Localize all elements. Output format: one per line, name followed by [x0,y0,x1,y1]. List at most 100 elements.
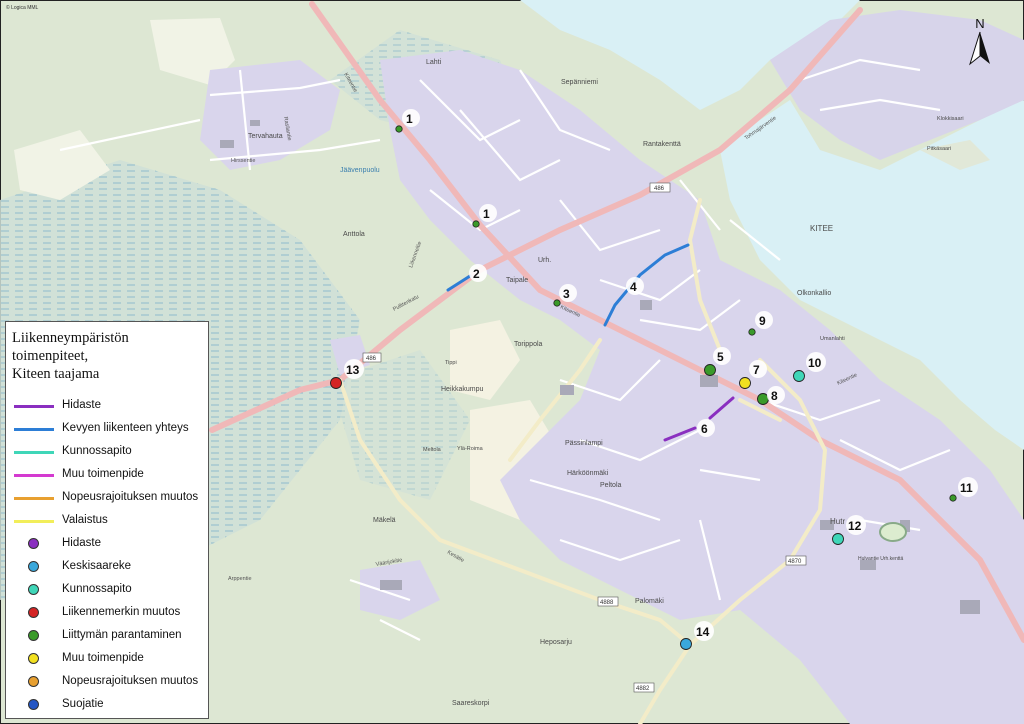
label-meltola: Meltola [423,447,442,453]
label-torippola: Torippola [514,341,543,348]
marker-number: 5 [717,350,724,364]
marker-number: 9 [759,314,766,328]
label-peltola: Peltola [600,482,622,489]
marker-dot[interactable] [739,377,751,389]
label-palomaki: Palomäki [635,598,664,605]
road-label-herrastentie: Hirssentie [231,158,255,164]
legend-item-point-liikennemerkin-muutos: Liikennemerkin muutos [6,605,208,621]
legend-dot-swatch [28,607,39,618]
marker-number: 10 [808,356,822,370]
label-jarvenpaa: Jäävenpuolu [340,167,380,174]
legend-dot-swatch [28,653,39,664]
marker-number: 4 [630,280,637,294]
svg-text:4882: 4882 [636,686,650,692]
label-tippi: Tippi [445,360,457,366]
marker-dot[interactable] [472,220,480,228]
legend-dot-swatch [28,584,39,595]
marker-dot[interactable] [330,377,342,389]
marker-4[interactable]: 4 [626,277,644,295]
label-klokkisaari: Klokkisaari [937,116,964,122]
legend-label: Hidaste [62,537,101,549]
label-passinlampi: Pässinlampi [565,440,603,447]
legend-dot-swatch [28,538,39,549]
marker-dot[interactable] [704,364,716,376]
marker-dot[interactable] [757,393,769,405]
marker-dot[interactable] [748,328,756,336]
north-arrow-icon: N [969,16,990,66]
label-anttola: Anttola [343,231,365,238]
marker-dot[interactable] [832,533,844,545]
marker-dot[interactable] [680,638,692,650]
label-heposarju: Heposarju [540,639,572,646]
legend-title-line: toimenpiteet, [12,348,89,364]
marker-number: 1 [483,207,490,221]
legend-title-line: Liikenneympäristön [12,330,129,346]
legend-item-line-valaistus: Valaistus [6,513,208,529]
legend-item-point-suojatie: Suojatie [6,697,208,713]
label-heikkakumpu: Heikkakumpu [441,386,484,393]
legend-item-line-muu-toimenpide: Muu toimenpide [6,467,208,483]
legend-label: Nopeusrajoituksen muutos [62,675,199,687]
label-urh: Urh. [538,257,551,264]
road-number-486-b: 486 [362,352,382,363]
label-ylaroima: Ylä-Roima [457,446,484,452]
legend-line-swatch [14,451,54,454]
legend-label: Liittymän parantaminen [62,629,182,641]
marker-number: 12 [848,519,862,533]
label-makela: Mäkelä [373,517,396,524]
legend-item-point-liittyman-parantaminen: Liittymän parantaminen [6,628,208,644]
legend-dot-swatch [28,676,39,687]
legend-label: Kunnossapito [62,583,132,595]
legend-label: Muu toimenpide [62,652,144,664]
north-label: N [975,16,984,31]
road-number-4882: 4882 [633,682,655,693]
marker-number: 2 [473,267,480,281]
label-pitkasaari: Pitkäsaari [927,146,951,152]
marker-dot[interactable] [949,494,957,502]
legend-item-point-kunnossapito: Kunnossapito [6,582,208,598]
legend-line-swatch [14,474,54,477]
marker-dot[interactable] [395,125,403,133]
map-legend: Liikenneympäristön toimenpiteet, Kiteen … [5,321,209,719]
marker-dot[interactable] [553,299,561,307]
legend-label: Kunnossapito [62,445,132,457]
marker-number: 8 [771,389,778,403]
legend-title: Liikenneympäristön toimenpiteet, Kiteen … [12,329,208,383]
legend-item-line-nopeusrajoituksen-muutos: Nopeusrajoituksen muutos [6,490,208,506]
legend-label: Muu toimenpide [62,468,144,480]
marker-number: 13 [346,363,360,377]
sports-track [879,522,907,542]
label-rantakentta: Rantakenttä [643,141,681,148]
label-olkonkallio: Olkonkallio [797,290,831,297]
label-kitee: KITEE [810,224,833,233]
road-number-486-a: 486 [649,182,671,193]
label-hutr: Hutr [830,517,845,526]
legend-dot-swatch [28,699,39,710]
marker-2[interactable]: 2 [469,264,487,282]
label-tervahauta: Tervahauta [248,133,283,140]
marker-dot[interactable] [793,370,805,382]
legend-line-swatch [14,428,54,431]
legend-item-line-kunnossapito: Kunnossapito [6,444,208,460]
marker-number: 6 [701,422,708,436]
legend-dot-swatch [28,630,39,641]
legend-title-line: Kiteen taajama [12,366,100,382]
legend-label: Hidaste [62,399,101,411]
label-sepanniemi: Sepänniemi [561,79,598,86]
legend-item-line-kevyen-liikenteen-yhteys: Kevyen liikenteen yhteys [6,421,208,437]
marker-number: 7 [753,363,760,377]
legend-label: Kevyen liikenteen yhteys [62,422,189,434]
legend-line-swatch [14,405,54,408]
label-umanlahti: Umanlahti [820,336,845,342]
label-saareskorpi: Saareskorpi [452,700,490,707]
legend-label: Liikennemerkin muutos [62,606,181,618]
label-harkoonmaki: Härköönmäki [567,470,609,477]
legend-line-swatch [14,497,54,500]
legend-item-point-hidaste: Hidaste [6,536,208,552]
legend-label: Valaistus [62,514,108,526]
road-label-arppentie: Arppentie [228,576,252,582]
legend-label: Nopeusrajoituksen muutos [62,491,199,503]
marker-6[interactable]: 6 [697,419,715,437]
legend-item-point-muu-toimenpide: Muu toimenpide [6,651,208,667]
legend-item-point-keskisaareke: Keskisaareke [6,559,208,575]
